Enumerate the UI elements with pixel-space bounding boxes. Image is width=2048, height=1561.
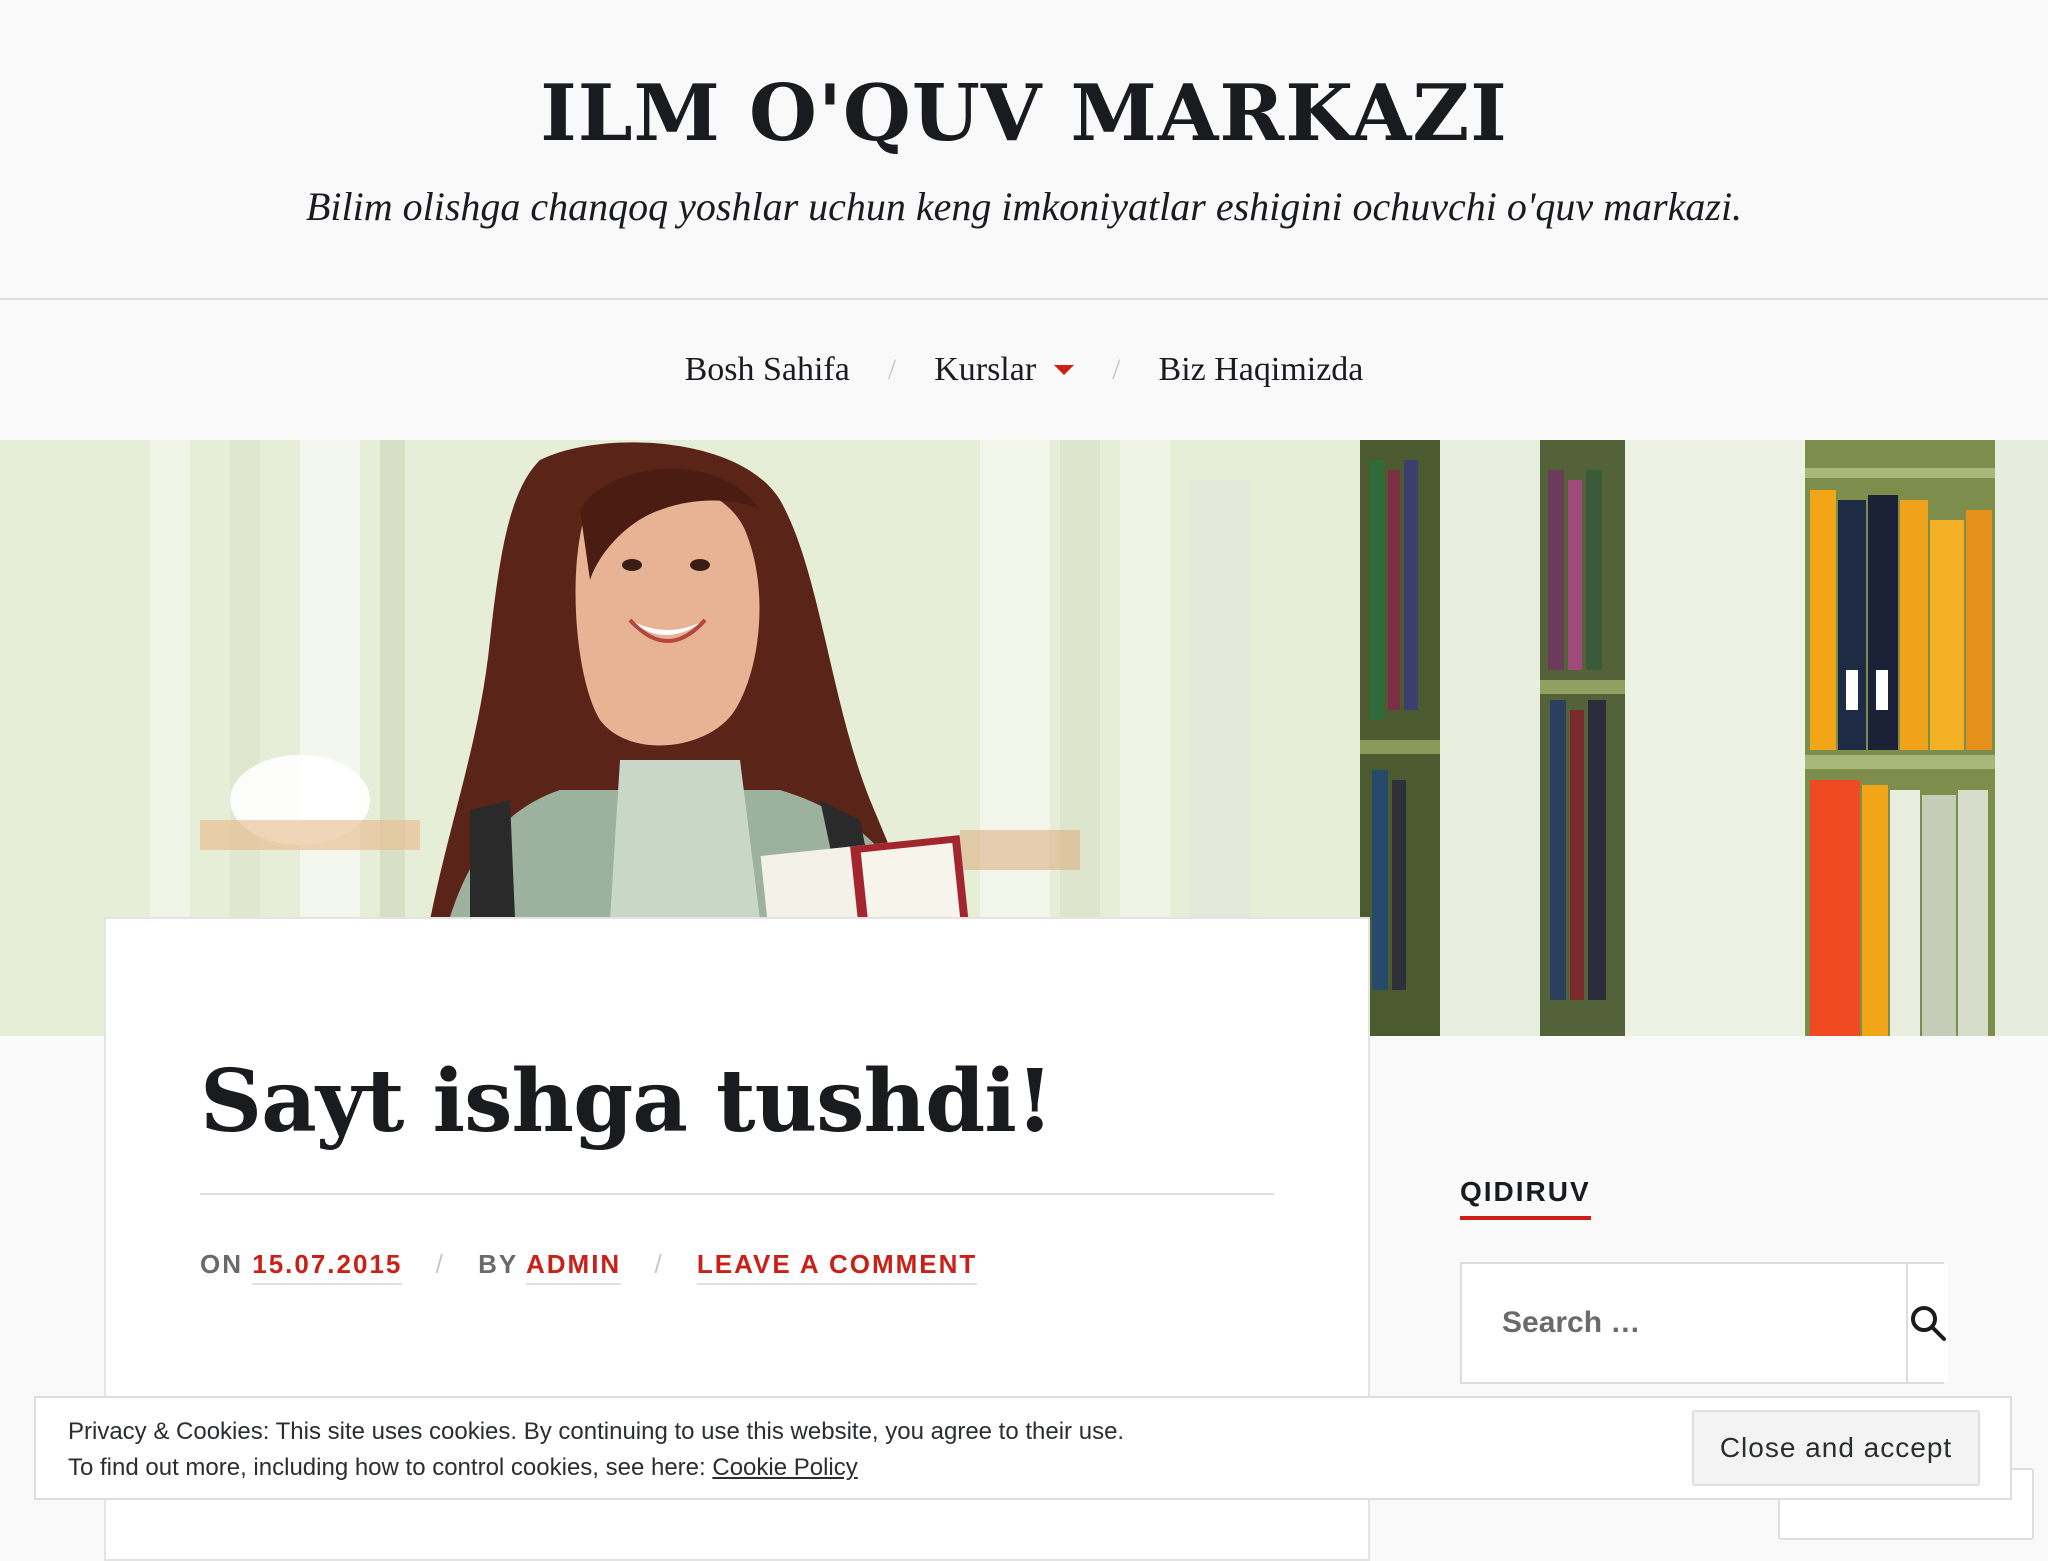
cookie-policy-link[interactable]: Cookie Policy bbox=[712, 1454, 857, 1481]
site-tagline: Bilim olishga chanqoq yoshlar uchun keng… bbox=[305, 184, 1743, 229]
close-and-accept-button[interactable]: Close and accept bbox=[1692, 1410, 1980, 1486]
title-divider bbox=[200, 1193, 1274, 1195]
post-date-link[interactable]: 15.07.2015 bbox=[252, 1249, 403, 1285]
cookie-line-2: To find out more, including how to contr… bbox=[68, 1450, 1124, 1486]
meta-separator: / bbox=[654, 1249, 664, 1279]
meta-by-label: By bbox=[478, 1249, 518, 1279]
search-button[interactable] bbox=[1906, 1264, 1948, 1382]
caret-down-icon[interactable] bbox=[1054, 365, 1075, 375]
nav-item-label: Biz Haqimizda bbox=[1158, 351, 1364, 388]
cookie-text: Privacy & Cookies: This site uses cookie… bbox=[68, 1414, 1124, 1486]
search-form bbox=[1460, 1262, 1948, 1384]
search-icon bbox=[1911, 1306, 1946, 1341]
nav-item-biz-haqimizda[interactable]: Biz Haqimizda bbox=[1159, 351, 1364, 389]
meta-on-label: On bbox=[200, 1249, 243, 1279]
nav-separator: / bbox=[887, 353, 897, 386]
nav-item-bosh-sahifa[interactable]: Bosh Sahifa bbox=[685, 351, 850, 389]
nav-item-label: Kurslar bbox=[934, 351, 1037, 388]
nav-separator: / bbox=[1112, 353, 1121, 386]
post-meta: On 15.07.2015 / By admin / Leave a comme… bbox=[200, 1249, 978, 1285]
meta-separator: / bbox=[435, 1249, 445, 1279]
nav-item-kurslar[interactable]: Kurslar bbox=[934, 351, 1075, 389]
search-input[interactable] bbox=[1462, 1264, 1906, 1382]
site-title[interactable]: ILM O'QUV MARKAZI bbox=[0, 68, 2048, 159]
post-title[interactable]: Sayt ishga tushdi! bbox=[200, 1051, 1054, 1152]
cookie-banner: Privacy & Cookies: This site uses cookie… bbox=[34, 1396, 2012, 1500]
cookie-line-2-text: To find out more, including how to contr… bbox=[68, 1454, 706, 1481]
post-author-link[interactable]: admin bbox=[526, 1249, 622, 1285]
site-header: ILM O'QUV MARKAZI Bilim olishga chanqoq … bbox=[0, 0, 2048, 300]
cookie-line-1: Privacy & Cookies: This site uses cookie… bbox=[68, 1418, 1125, 1445]
search-widget-title: QIDIRUV bbox=[1460, 1176, 1591, 1220]
main-navigation: Bosh Sahifa / Kurslar / Biz Haqimizda bbox=[0, 300, 2048, 440]
nav-item-label: Bosh Sahifa bbox=[684, 351, 850, 388]
leave-comment-link[interactable]: Leave a comment bbox=[696, 1249, 978, 1285]
